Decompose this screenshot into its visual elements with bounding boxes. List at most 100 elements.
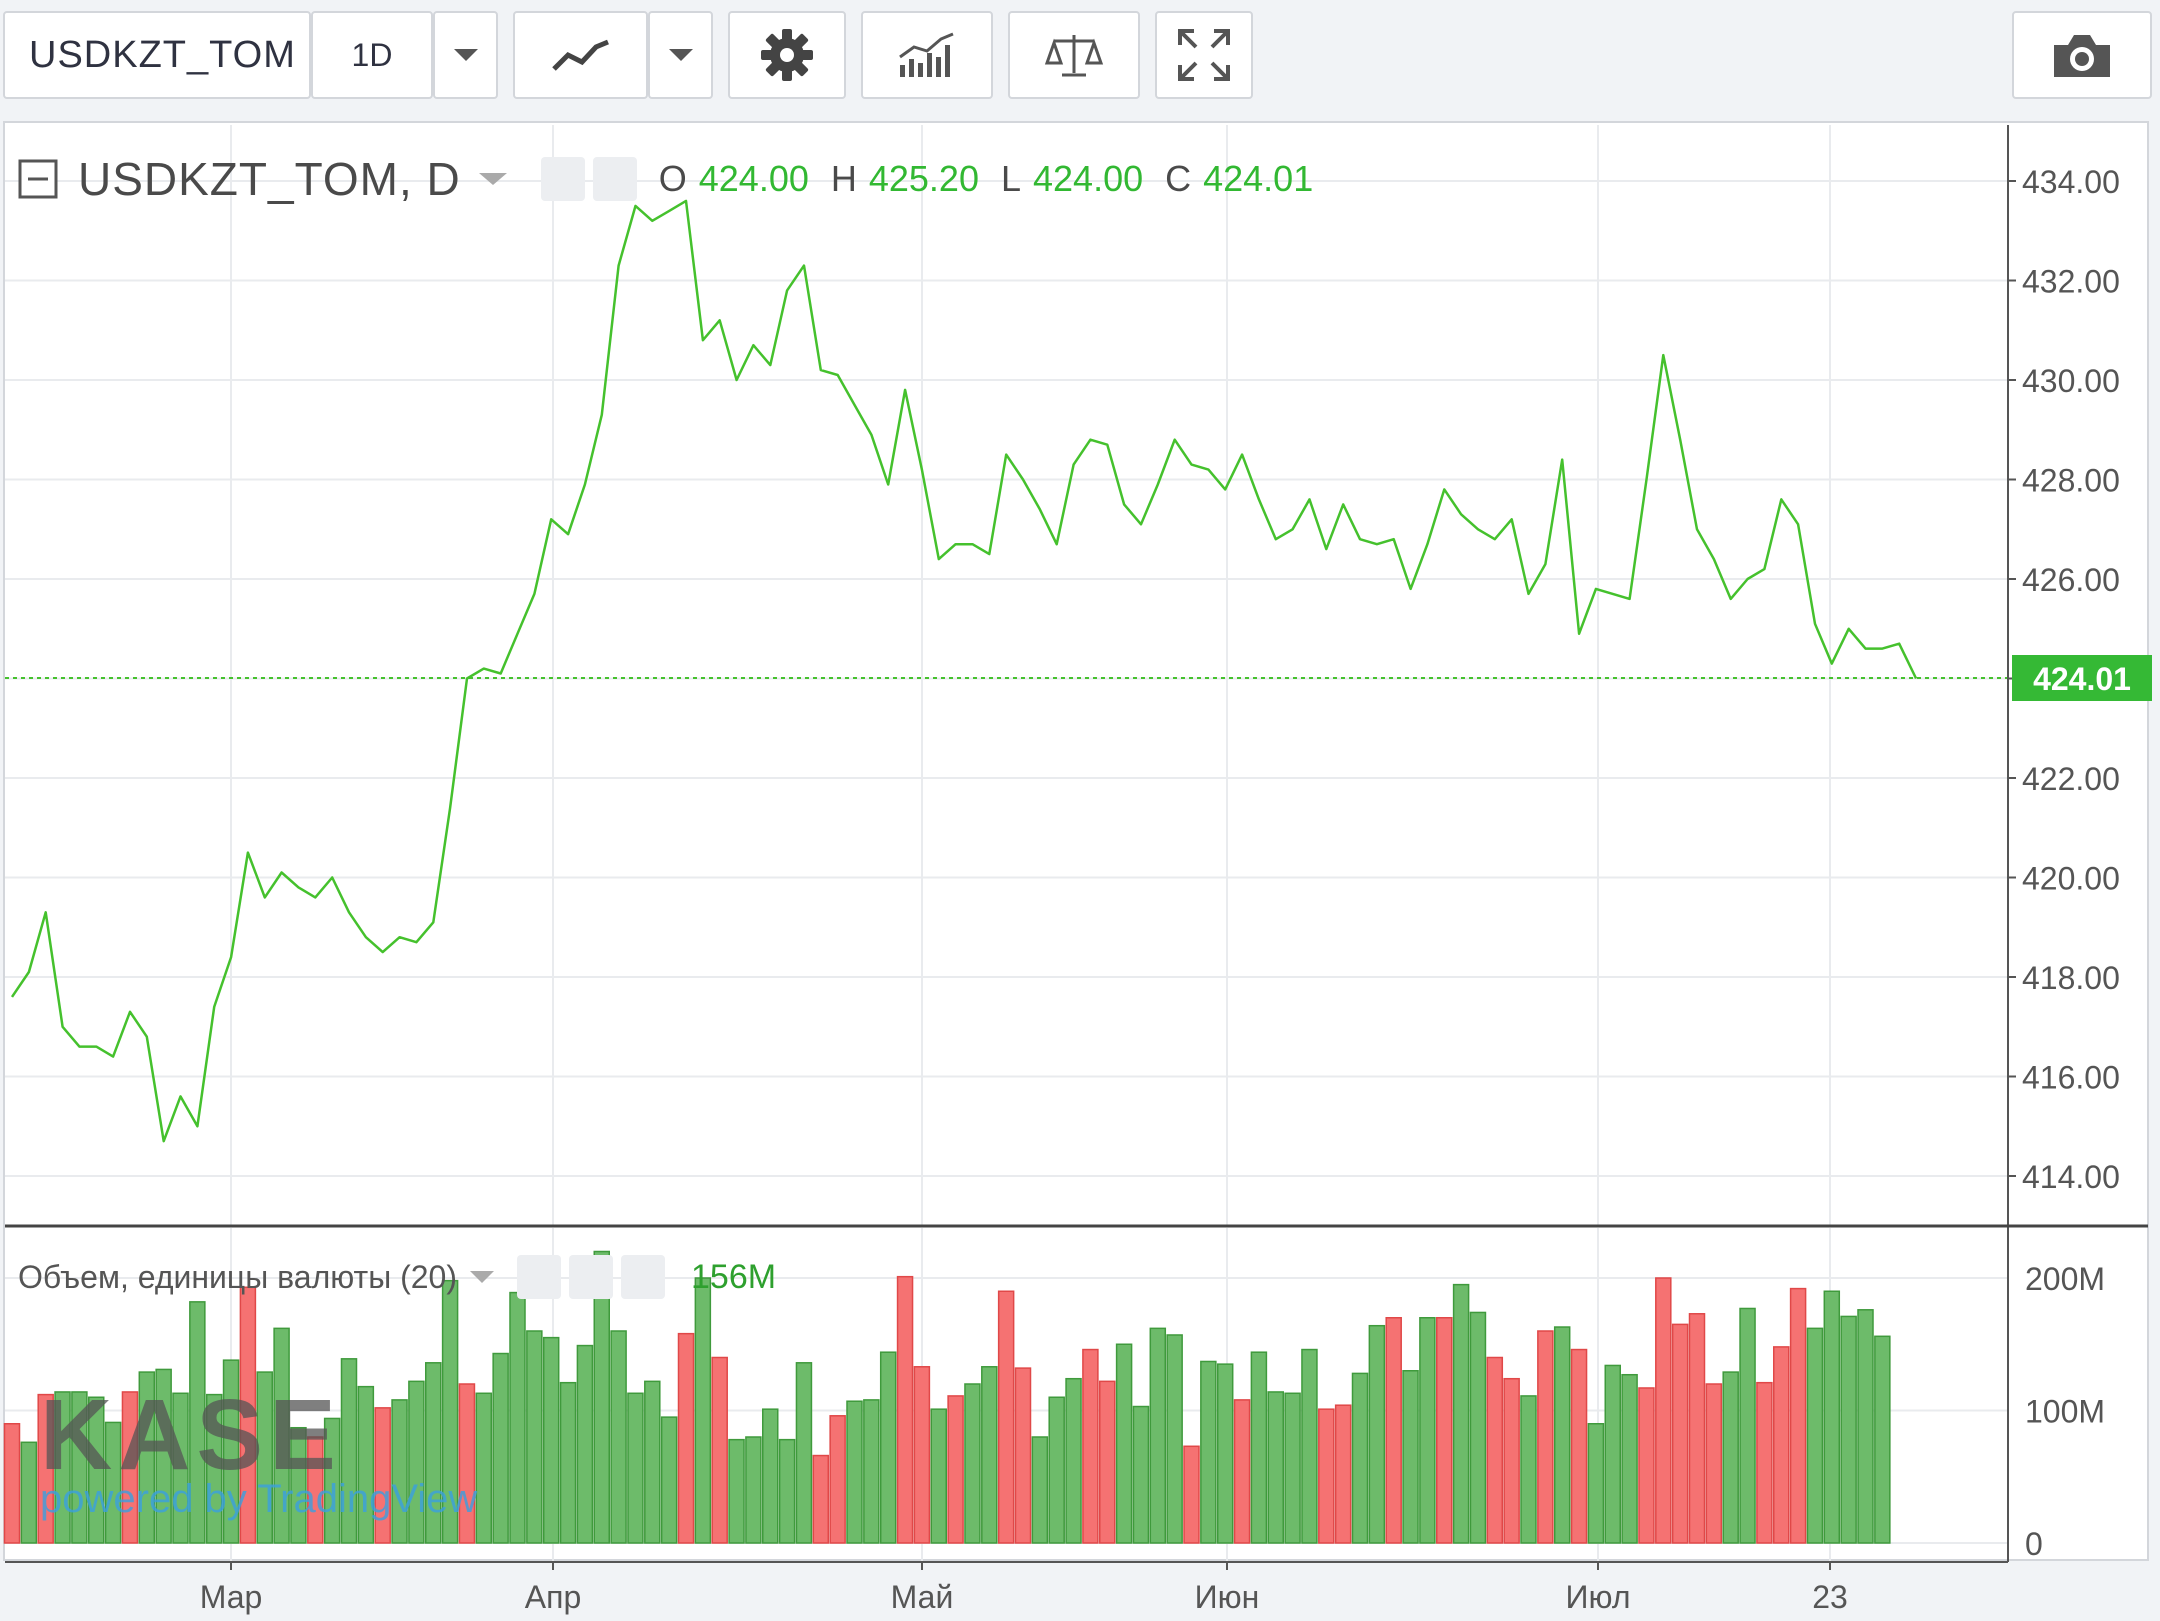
volume-bar-up (879, 1351, 897, 1544)
eye-icon[interactable] (517, 1255, 561, 1299)
volume-bar-down (3, 1423, 21, 1544)
volume-bar-down (1486, 1356, 1504, 1544)
volume-bar-down (1671, 1323, 1689, 1544)
last-price-label: 424.01 (2033, 661, 2131, 697)
volume-bar-up (1857, 1309, 1874, 1544)
y-tick-label: 430.00 (2022, 363, 2120, 399)
close-value: 424.01 (1203, 158, 1314, 199)
watermark: KASE powered by TradingView (40, 1385, 477, 1522)
volume-bar-down (1385, 1317, 1402, 1544)
volume-bar-up (1200, 1360, 1217, 1544)
volume-bar-down (913, 1366, 931, 1544)
volume-bar-down (1099, 1380, 1116, 1544)
volume-bar-down (1789, 1287, 1807, 1544)
low-label: L (1000, 158, 1021, 199)
y-tick-label: 418.00 (2022, 960, 2120, 996)
volume-bar-down (1570, 1348, 1588, 1544)
y-tick-label: 420.00 (2022, 861, 2120, 897)
price-line (10, 199, 1918, 1143)
chevron-down-icon[interactable] (475, 169, 511, 189)
volume-bar-up (1166, 1334, 1183, 1544)
volume-bar-up (509, 1291, 526, 1544)
close-label: C (1165, 158, 1192, 199)
eye-icon[interactable] (540, 157, 585, 201)
volume-bar-down (1638, 1387, 1655, 1544)
volume-bar-up (964, 1383, 981, 1544)
volume-bar-up (1301, 1348, 1318, 1544)
volume-bar-up (1806, 1327, 1824, 1544)
volume-bar-up (1250, 1351, 1268, 1544)
volume-bar-up (1284, 1392, 1301, 1544)
x-tick-label: Апр (525, 1579, 581, 1615)
volume-bar-down (812, 1454, 830, 1544)
volume-bar-up (981, 1366, 998, 1544)
volume-bar-up (526, 1330, 543, 1544)
kase-logo: KASE (40, 1379, 342, 1491)
volume-bar-up (1840, 1315, 1857, 1544)
x-tick-label: Мар (200, 1579, 263, 1615)
volume-bar-up (1452, 1283, 1470, 1544)
price-legend: USDKZT_TOM, D O 424.00 H 425.20 L 424.00… (18, 152, 1313, 206)
volume-bar-down (1756, 1381, 1773, 1544)
x-tick-label: Июл (1566, 1579, 1631, 1615)
volume-bar-down (677, 1332, 695, 1544)
volume-bar-down (1537, 1330, 1554, 1544)
volume-bar-down (1655, 1277, 1672, 1544)
collapse-icon[interactable] (18, 159, 58, 199)
y-tick-label: 432.00 (2022, 264, 2120, 300)
volume-bar-down (711, 1356, 728, 1544)
volume-bar-up (559, 1381, 577, 1544)
volume-bar-down (1233, 1399, 1251, 1544)
volume-bar-up (1823, 1290, 1841, 1544)
volume-bar-up (1553, 1326, 1571, 1544)
volume-bar-down (1014, 1367, 1032, 1544)
y-tick-label: 434.00 (2022, 164, 2120, 200)
volume-bar-up (1587, 1423, 1605, 1544)
volume-bar-up (1874, 1335, 1891, 1544)
y-tick-label: 426.00 (2022, 562, 2120, 598)
gear-icon[interactable] (592, 157, 637, 201)
gear-icon[interactable] (569, 1255, 613, 1299)
volume-bar-up (1469, 1311, 1487, 1544)
x-tick-label: 23 (1812, 1579, 1848, 1615)
volume-bar-up (1419, 1317, 1436, 1544)
volume-bar-up (728, 1438, 745, 1544)
volume-bar-up (475, 1392, 493, 1544)
volume-bar-up (660, 1416, 678, 1544)
volume-bar-down (1183, 1445, 1200, 1544)
volume-bar-down (1436, 1317, 1453, 1544)
volume-bar-down (1082, 1348, 1099, 1544)
volume-bar-up (542, 1336, 560, 1544)
volume-bar-up (610, 1330, 627, 1544)
volume-bar-up (1267, 1391, 1284, 1544)
volume-bar-up (795, 1362, 813, 1544)
volume-bar-up (762, 1408, 779, 1544)
volume-bar-up (1621, 1373, 1638, 1544)
volume-legend: Объем, единицы валюты (20) 156M (18, 1255, 776, 1299)
volume-bar-up (1132, 1405, 1150, 1544)
volume-bar-up (1739, 1307, 1756, 1544)
volume-bar-up (846, 1400, 863, 1544)
y-tick-label: 416.00 (2022, 1060, 2120, 1096)
volume-bar-down (1705, 1383, 1723, 1544)
volume-bar-up (778, 1438, 796, 1544)
volume-bar-up (1065, 1377, 1082, 1544)
y-tick-label: 422.00 (2022, 761, 2120, 797)
volume-bar-up (1149, 1327, 1167, 1544)
volume-bar-up (1031, 1436, 1049, 1544)
x-tick-label: Май (891, 1579, 954, 1615)
volume-tick-label: 100M (2025, 1394, 2105, 1430)
volume-bar-down (1688, 1313, 1706, 1544)
volume-bar-up (576, 1344, 594, 1544)
close-icon[interactable] (621, 1255, 665, 1299)
volume-bar-up (1402, 1370, 1419, 1544)
chevron-down-icon[interactable] (467, 1268, 497, 1286)
volume-bar-down (1773, 1346, 1790, 1544)
volume-bar-down (829, 1415, 846, 1544)
volume-bar-up (1351, 1372, 1369, 1544)
open-value: 424.00 (698, 158, 809, 199)
volume-bar-up (745, 1436, 762, 1544)
chart-canvas[interactable]: Мар Апр Май Июн Июл 23 414.00 416.00 418.00 420.0… (0, 0, 2160, 1621)
volume-value: 156M (691, 1257, 777, 1296)
volume-bar-down (947, 1395, 964, 1544)
